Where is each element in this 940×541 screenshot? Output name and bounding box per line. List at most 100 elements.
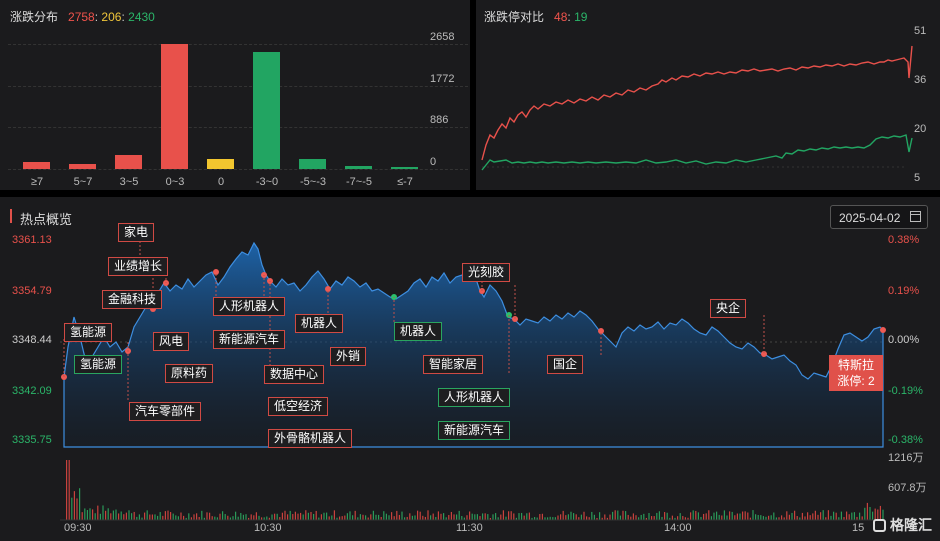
volume-bar bbox=[734, 515, 736, 520]
volume-bar bbox=[417, 510, 419, 520]
distribution-bar bbox=[161, 44, 188, 169]
volume-bar bbox=[362, 514, 364, 520]
volume-bar bbox=[697, 512, 699, 520]
volume-bar bbox=[502, 510, 504, 520]
volume-bar bbox=[788, 514, 790, 520]
volume-bar bbox=[375, 514, 377, 520]
pct-tick: 0.38% bbox=[888, 234, 920, 246]
volume-bar bbox=[409, 513, 411, 520]
hotspot-tag[interactable]: 业绩增长 bbox=[108, 257, 169, 276]
volume-bar bbox=[211, 516, 213, 520]
volume-bar bbox=[437, 511, 439, 520]
volume-bar bbox=[320, 514, 322, 520]
tesla-limit-badge[interactable]: 特斯拉 涨停: 2 bbox=[829, 355, 883, 391]
hotspot-tag[interactable]: 机器人 bbox=[295, 314, 344, 333]
volume-bar bbox=[305, 510, 307, 520]
hotspot-tag[interactable]: 国企 bbox=[547, 355, 584, 374]
volume-bar bbox=[297, 513, 299, 520]
volume-bar bbox=[81, 512, 83, 520]
volume-bar bbox=[333, 510, 335, 520]
category-label: 3~5 bbox=[119, 176, 139, 188]
hotspot-tag[interactable]: 机器人 bbox=[394, 322, 443, 341]
hotspot-tag[interactable]: 智能家居 bbox=[423, 355, 484, 374]
hotspot-tag[interactable]: 家电 bbox=[118, 223, 155, 242]
volume-bar bbox=[705, 513, 707, 520]
volume-bar bbox=[349, 511, 351, 520]
volume-bar bbox=[461, 516, 463, 520]
hotspot-tag[interactable]: 新能源汽车 bbox=[438, 421, 511, 440]
up-count: 2758 bbox=[68, 10, 95, 24]
volume-bar bbox=[219, 513, 221, 520]
volume-bar bbox=[471, 513, 473, 520]
volume-bar bbox=[469, 511, 471, 520]
volume-bar bbox=[591, 511, 593, 520]
volume-bar bbox=[781, 515, 783, 520]
hotspot-tag[interactable]: 氢能源 bbox=[64, 323, 113, 342]
hotspot-tag[interactable]: 数据中心 bbox=[264, 365, 325, 384]
hotspot-tag[interactable]: 人形机器人 bbox=[438, 388, 511, 407]
volume-bar bbox=[302, 514, 304, 520]
hotspot-tag[interactable]: 人形机器人 bbox=[213, 297, 286, 316]
volume-bar bbox=[632, 513, 634, 520]
volume-bar bbox=[128, 510, 130, 520]
hotspot-tag[interactable]: 外骨骼机器人 bbox=[268, 429, 353, 448]
pct-tick: -0.38% bbox=[888, 434, 923, 446]
volume-bar bbox=[68, 460, 70, 520]
y-tick-label: 0 bbox=[430, 156, 437, 168]
volume-bar bbox=[172, 513, 174, 520]
hotspot-tag[interactable]: 风电 bbox=[153, 332, 190, 351]
hotspot-tag[interactable]: 氢能源 bbox=[74, 355, 123, 374]
volume-bar bbox=[443, 513, 445, 520]
volume-bar bbox=[107, 508, 109, 520]
volume-bar bbox=[718, 514, 720, 520]
volume-bar bbox=[526, 513, 528, 520]
volume-bar bbox=[391, 512, 393, 520]
volume-bar bbox=[307, 512, 309, 520]
hotspot-tag[interactable]: 金融科技 bbox=[102, 290, 163, 309]
volume-bar bbox=[92, 509, 94, 520]
category-label: -3~0 bbox=[255, 176, 279, 188]
volume-bar bbox=[762, 516, 764, 520]
hotspot-tag[interactable]: 汽车零部件 bbox=[129, 402, 202, 421]
hotspot-tag[interactable]: 央企 bbox=[710, 299, 747, 318]
volume-bar bbox=[255, 512, 257, 520]
price-tick: 3354.79 bbox=[12, 285, 52, 297]
distribution-bar bbox=[391, 166, 418, 169]
volume-bar bbox=[79, 488, 81, 520]
volume-bar bbox=[812, 513, 814, 520]
pct-tick: 0.19% bbox=[888, 285, 920, 297]
volume-bar bbox=[796, 516, 798, 520]
volume-bar bbox=[315, 510, 317, 520]
volume-bar bbox=[398, 514, 400, 520]
volume-bar bbox=[284, 510, 286, 520]
volume-bar bbox=[757, 514, 759, 520]
hotspot-tag[interactable]: 光刻胶 bbox=[462, 263, 511, 282]
hotspot-tag[interactable]: 外销 bbox=[330, 347, 367, 366]
volume-bar bbox=[170, 512, 172, 520]
grid-line bbox=[8, 169, 468, 170]
volume-bar bbox=[206, 512, 208, 520]
volume-bar bbox=[253, 515, 255, 520]
volume-bar bbox=[671, 515, 673, 520]
volume-bar bbox=[432, 513, 434, 520]
volume-bar bbox=[383, 511, 385, 520]
volume-bar bbox=[138, 514, 140, 520]
volume-bar bbox=[266, 516, 268, 520]
volume-bar bbox=[609, 514, 611, 520]
volume-bar bbox=[599, 512, 601, 520]
volume-bar bbox=[419, 511, 421, 520]
hotspot-tag[interactable]: 新能源汽车 bbox=[213, 330, 286, 349]
category-label: 0~3 bbox=[165, 176, 185, 188]
volume-bar bbox=[619, 515, 621, 520]
volume-bar bbox=[84, 508, 86, 520]
hotspot-tag[interactable]: 原料药 bbox=[165, 364, 214, 383]
hotspot-tag[interactable]: 低空经济 bbox=[268, 397, 329, 416]
volume-bar bbox=[112, 510, 114, 520]
volume-bar bbox=[703, 513, 705, 520]
volume-bar bbox=[695, 510, 697, 520]
y-tick-label: 36 bbox=[914, 74, 927, 86]
volume-bar bbox=[630, 516, 632, 520]
volume-bar bbox=[744, 511, 746, 520]
volume-bar bbox=[814, 510, 816, 520]
volume-bar bbox=[123, 514, 125, 520]
